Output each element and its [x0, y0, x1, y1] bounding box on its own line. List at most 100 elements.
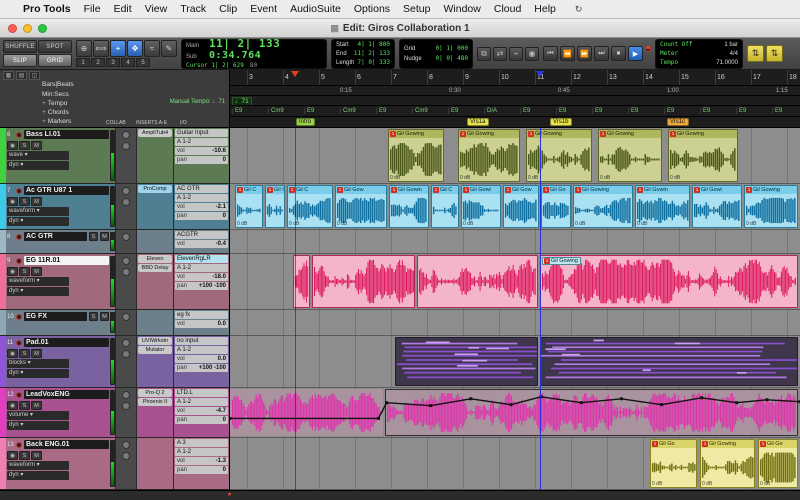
insert-pro-q-2[interactable]: Pro-Q 2 — [138, 389, 172, 397]
mode-spot-button[interactable]: SPOT — [38, 40, 72, 53]
marker-vrs1c[interactable]: Vrs1c — [667, 118, 689, 126]
track-lane-bass-li-01[interactable]: 1Gil Gowing0 dB1Gil Gowing0 dB1Gil Gowin… — [230, 128, 800, 184]
solo-button[interactable]: S — [19, 267, 30, 276]
toolbar-misc-button-2[interactable]: ⇄ — [493, 47, 507, 61]
marker-vrs1a[interactable]: Vrs1a — [467, 118, 489, 126]
input-monitor-button[interactable]: ◉ — [7, 451, 18, 460]
track-lane-ac-gtr[interactable] — [230, 230, 800, 254]
ruler-name-min-secs[interactable]: Min:Secs — [42, 91, 69, 98]
title-bar[interactable]: ▦ Edit: Giros Collaboration 1 — [0, 19, 800, 38]
solo-button[interactable]: S — [89, 232, 98, 241]
menu-item-pro-tools[interactable]: Pro Tools — [23, 3, 71, 15]
toolbar-misc-button-1[interactable]: ⧉ — [477, 47, 491, 61]
io-output[interactable]: A 1-2 — [175, 138, 228, 146]
selection-display[interactable]: Start4| 1| 800 End11| 2| 133 Length7| 0|… — [331, 39, 395, 69]
io-volume[interactable]: vol0.0 — [175, 355, 228, 363]
chord-label[interactable]: D/A — [484, 108, 497, 114]
io-volume[interactable]: vol-0.4 — [175, 240, 228, 248]
zoom-preset-2[interactable]: 2 — [91, 58, 105, 67]
record-enable-button[interactable] — [16, 392, 22, 398]
tempo-ruler[interactable]: ♩71 — [230, 96, 800, 106]
chord-label[interactable]: E9 — [376, 108, 386, 114]
ruler-name-chords[interactable]: +Chords — [42, 109, 69, 116]
menu-item-cloud[interactable]: Cloud — [494, 3, 521, 15]
track-lane-pad-01[interactable] — [230, 336, 800, 388]
audio-clip[interactable]: 1Gil Gowi — [692, 185, 742, 228]
collab-icon[interactable] — [122, 339, 130, 347]
midi-toggle-button-1[interactable]: ⇅ — [747, 45, 764, 62]
io-volume[interactable]: vol-2.1 — [175, 203, 228, 211]
chord-label[interactable]: E9 — [448, 108, 458, 114]
menu-item-edit[interactable]: Edit — [114, 3, 132, 15]
track-view-selector[interactable]: waveform ▾ — [7, 461, 69, 470]
automation-mode-selector[interactable]: dyn ▾ — [7, 287, 69, 296]
audio-clip[interactable]: 1Gil C0 dB — [235, 185, 263, 228]
audio-clip[interactable]: 1Gil Gowing — [540, 255, 798, 308]
audio-clip[interactable]: 1Gil Gowing0 dB — [573, 185, 633, 228]
ruler-name-bars-beats[interactable]: Bars|Beats — [42, 81, 74, 88]
audio-clip[interactable]: 1Gil Gowing0 dB — [458, 129, 520, 182]
automation-mode-selector[interactable]: dyn ▾ — [7, 217, 69, 226]
track-lane-ac-gtr-u87-1[interactable]: 1Gil C0 dB1Gil C1Gil C0 dB1Gil Gow0 dB1G… — [230, 184, 800, 230]
session-display[interactable]: Count Off1 bar Meter4/4 Tempo71.0000 — [655, 39, 743, 69]
record-enable-button[interactable] — [16, 234, 22, 240]
audio-clip[interactable]: 1Gil Gow0 dB — [335, 185, 387, 228]
chord-label[interactable]: E9 — [700, 108, 710, 114]
audio-clip[interactable] — [230, 389, 383, 436]
scrubber-tool[interactable]: ≈ — [144, 40, 160, 57]
audio-clip[interactable] — [312, 255, 415, 308]
solo-button[interactable]: S — [19, 451, 30, 460]
fast-forward-button[interactable]: ⏩ — [577, 46, 592, 61]
audio-clip[interactable]: 1Gil Gowin0 dB — [635, 185, 690, 228]
sub-counter-value[interactable]: 0:34.764 — [209, 51, 261, 61]
mute-button[interactable]: M — [31, 401, 42, 410]
record-enable-button[interactable] — [16, 132, 22, 138]
audio-clip[interactable] — [385, 389, 798, 436]
track-lane-eg-fx[interactable] — [230, 310, 800, 336]
toolbar-misc-button-3[interactable]: ⌁ — [509, 47, 523, 61]
io-output[interactable]: A 1-2 — [175, 264, 228, 272]
input-monitor-button[interactable]: ◉ — [7, 197, 18, 206]
collab-icon[interactable] — [122, 268, 130, 276]
chord-label[interactable]: E9 — [556, 108, 566, 114]
trim-tool[interactable]: ⟺ — [93, 40, 109, 57]
mute-button[interactable]: M — [31, 141, 42, 150]
audio-clip[interactable]: 1Gil Gowin — [389, 185, 429, 228]
automation-mode-selector[interactable]: dyn ▾ — [7, 421, 69, 430]
track-name[interactable]: EG 11R.01 — [24, 256, 109, 265]
pencil-tool[interactable]: ✎ — [161, 40, 177, 57]
solo-button[interactable]: S — [19, 349, 30, 358]
selector-tool[interactable]: ⌖ — [110, 40, 126, 57]
mode-grid-button[interactable]: GRID — [38, 54, 72, 67]
io-volume[interactable]: vol-10.6 — [175, 147, 228, 155]
play-button[interactable]: ▶ — [628, 46, 643, 61]
track-name[interactable]: LeadVoxENG — [24, 390, 109, 399]
audio-clip[interactable]: 1Gil Gowing0 dB — [598, 129, 662, 182]
collab-icon[interactable] — [122, 187, 130, 195]
nudge-value[interactable]: 0| 0| 480 — [435, 55, 468, 63]
mute-button[interactable]: M — [31, 451, 42, 460]
mute-button[interactable]: M — [31, 267, 42, 276]
io-pan[interactable]: pan0 — [175, 156, 228, 164]
io-output[interactable]: A 1-2 — [175, 346, 228, 354]
tempo-label[interactable]: Tempo — [660, 59, 678, 67]
io-volume[interactable]: vol-1.3 — [175, 457, 228, 465]
count-off-label[interactable]: Count Off — [660, 41, 693, 49]
min-secs-ruler[interactable]: 0:150:300:451:001:15 — [230, 86, 800, 96]
io-output[interactable]: A 1-2 — [175, 398, 228, 406]
insert-bbd-delay[interactable]: BBD Delay — [138, 264, 172, 272]
io-input[interactable]: Guitar Input — [175, 129, 228, 137]
collab-icon[interactable] — [122, 452, 130, 460]
chord-label[interactable]: E9 — [304, 108, 314, 114]
track-view-selector[interactable]: waveform ▾ — [7, 207, 69, 216]
menu-item-view[interactable]: View — [145, 3, 168, 15]
audio-clip[interactable]: 1Gil C — [265, 185, 285, 228]
audio-clip[interactable]: 1Gil C — [431, 185, 459, 228]
solo-button[interactable]: S — [89, 312, 98, 321]
menu-item-window[interactable]: Window — [444, 3, 481, 15]
solo-button[interactable]: S — [19, 401, 30, 410]
automation-mode-selector[interactable]: dyn ▾ — [7, 471, 69, 480]
io-pan[interactable]: pan+100 -100 — [175, 282, 228, 290]
menu-item-event[interactable]: Event — [250, 3, 277, 15]
track-view-selector[interactable]: wave ▾ — [7, 151, 69, 160]
